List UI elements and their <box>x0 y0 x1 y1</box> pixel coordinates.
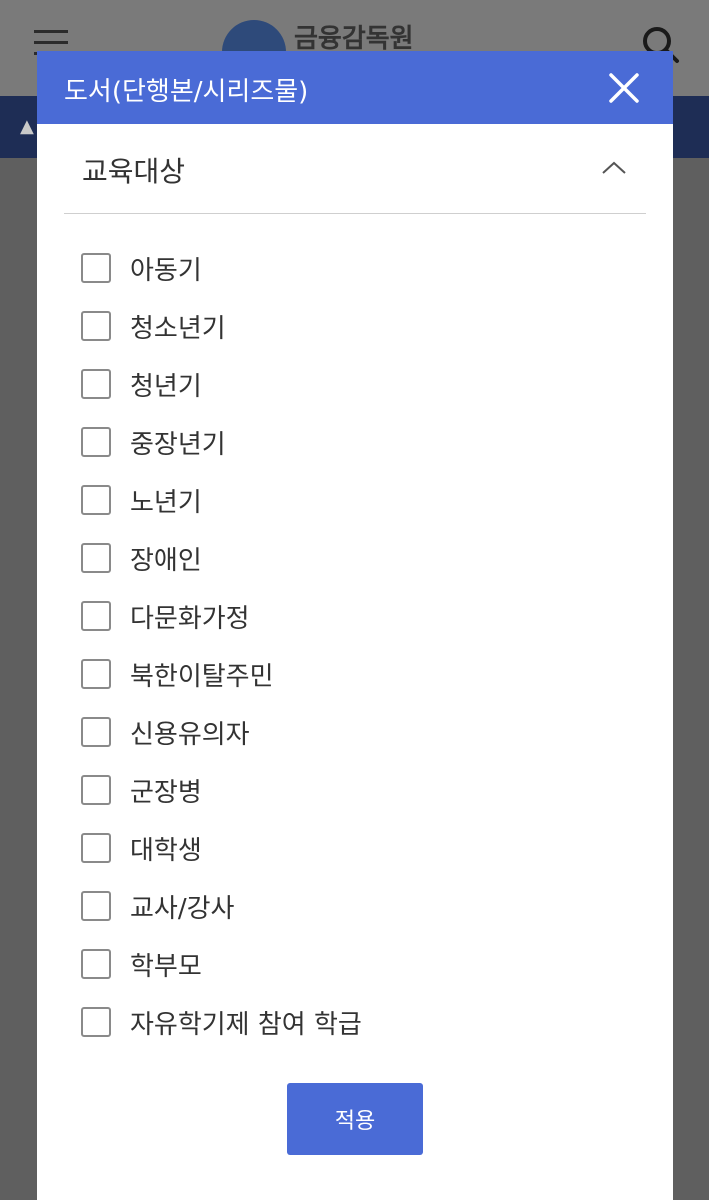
option-item[interactable]: 대학생 <box>81 819 641 877</box>
option-label: 자유학기제 참여 학급 <box>130 1009 362 1040</box>
option-item[interactable]: 군장병 <box>81 761 641 819</box>
option-item[interactable]: 아동기 <box>81 239 641 297</box>
option-label: 교사/강사 <box>130 893 235 924</box>
checkbox[interactable] <box>81 427 111 457</box>
option-label: 학부모 <box>130 951 202 982</box>
option-label: 장애인 <box>130 545 202 576</box>
chevron-up-icon[interactable] <box>600 154 628 182</box>
education-target-section[interactable]: 교육대상 <box>64 124 646 214</box>
close-icon[interactable] <box>605 69 643 107</box>
option-item[interactable]: 학부모 <box>81 935 641 993</box>
option-label: 신용유의자 <box>130 719 250 750</box>
checkbox[interactable] <box>81 949 111 979</box>
option-item[interactable]: 청년기 <box>81 355 641 413</box>
filter-modal: 도서(단행본/시리즈물) 교육대상 아동기청소년기청년기중장년기노년기장애인다문… <box>37 51 673 1200</box>
option-label: 다문화가정 <box>130 603 250 634</box>
checkbox[interactable] <box>81 253 111 283</box>
modal-header: 도서(단행본/시리즈물) <box>37 51 673 124</box>
option-item[interactable]: 노년기 <box>81 471 641 529</box>
checkbox[interactable] <box>81 601 111 631</box>
option-label: 아동기 <box>130 255 202 286</box>
option-item[interactable]: 북한이탈주민 <box>81 645 641 703</box>
checkbox[interactable] <box>81 369 111 399</box>
checkbox[interactable] <box>81 833 111 863</box>
checkbox[interactable] <box>81 311 111 341</box>
option-item[interactable]: 청소년기 <box>81 297 641 355</box>
home-icon[interactable]: ▲ <box>20 116 34 137</box>
option-item[interactable]: 중장년기 <box>81 413 641 471</box>
logo-text: 금융감독원 <box>294 24 414 54</box>
option-label: 대학생 <box>130 835 202 866</box>
option-item[interactable]: 교사/강사 <box>81 877 641 935</box>
checkbox[interactable] <box>81 775 111 805</box>
option-label: 청소년기 <box>130 313 226 344</box>
apply-button[interactable]: 적용 <box>287 1083 423 1155</box>
option-label: 청년기 <box>130 371 202 402</box>
option-item[interactable]: 장애인 <box>81 529 641 587</box>
option-item[interactable]: 다문화가정 <box>81 587 641 645</box>
checkbox[interactable] <box>81 891 111 921</box>
modal-title: 도서(단행본/시리즈물) <box>64 77 309 107</box>
option-label: 군장병 <box>130 777 202 808</box>
checkbox[interactable] <box>81 717 111 747</box>
option-label: 중장년기 <box>130 429 226 460</box>
option-label: 북한이탈주민 <box>130 661 274 692</box>
option-item[interactable]: 자유학기제 참여 학급 <box>81 993 641 1051</box>
option-label: 노년기 <box>130 487 202 518</box>
option-list: 아동기청소년기청년기중장년기노년기장애인다문화가정북한이탈주민신용유의자군장병대… <box>81 239 641 1051</box>
checkbox[interactable] <box>81 659 111 689</box>
checkbox[interactable] <box>81 1007 111 1037</box>
section-title: 교육대상 <box>82 155 186 188</box>
checkbox[interactable] <box>81 485 111 515</box>
option-item[interactable]: 신용유의자 <box>81 703 641 761</box>
checkbox[interactable] <box>81 543 111 573</box>
